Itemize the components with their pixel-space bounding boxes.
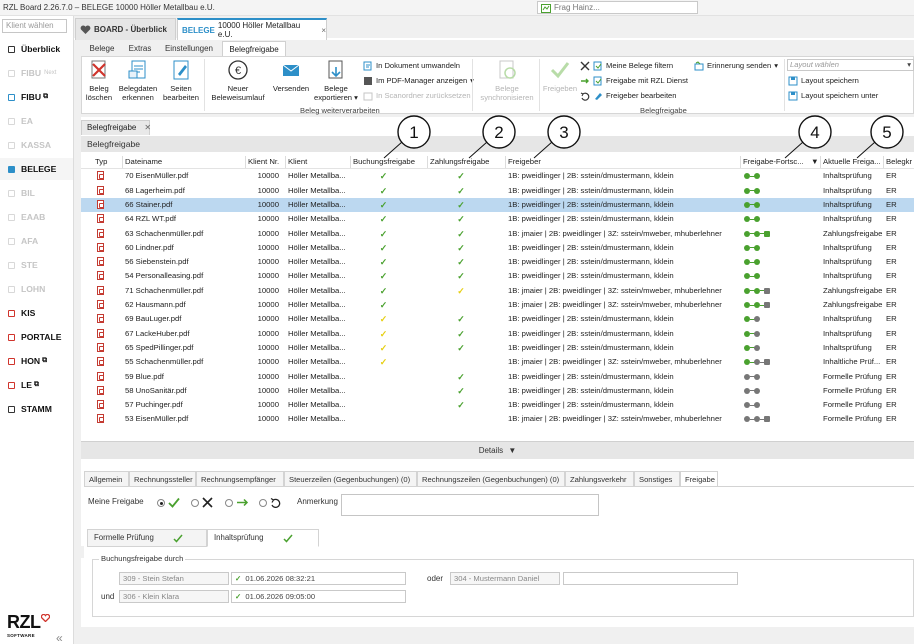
details-label: Details xyxy=(478,446,504,455)
callout-3: 3 xyxy=(533,115,581,159)
check-icon: ✓ xyxy=(235,592,242,601)
callout-pointer xyxy=(856,141,876,159)
callout-1: 1 xyxy=(383,115,431,159)
subtab-inhaltspruefung[interactable]: Inhaltsprüfung xyxy=(207,529,319,547)
meine-freigabe-label: Meine Freigabe xyxy=(88,497,144,506)
radio-reject[interactable] xyxy=(191,499,199,507)
detail-tab[interactable]: Rechnungszeilen (Gegenbuchungen) (0) xyxy=(417,471,565,487)
approver-alt-field: 304 - Mustermann Daniel xyxy=(450,572,560,585)
callout-pointer xyxy=(784,141,804,159)
callout-number: 5 xyxy=(882,123,891,142)
radio-undo[interactable] xyxy=(259,499,267,507)
approval-date-1: 01.06.2026 08:32:21 xyxy=(245,574,316,583)
detail-tab[interactable]: Zahlungsverkehr xyxy=(565,471,634,487)
buchungsfreigabe-group: Buchungsfreigabe durch 309 - Stein Stefa… xyxy=(92,554,914,617)
detail-tab[interactable]: Freigabe xyxy=(680,471,718,487)
callout-5: 5 xyxy=(856,115,904,159)
details-toggle[interactable]: Details ▼ xyxy=(81,441,914,459)
radio-forward[interactable] xyxy=(225,499,233,507)
callout-number: 3 xyxy=(559,123,568,142)
freigabe-panel: Meine Freigabe Anmerkung Formelle Prüfun… xyxy=(84,486,914,621)
und-label: und xyxy=(101,592,115,601)
subtab-inhalts-label: Inhaltsprüfung xyxy=(214,533,264,542)
callout-pointer xyxy=(383,141,403,159)
callout-number: 4 xyxy=(810,123,819,142)
check-icon: ✓ xyxy=(235,574,242,583)
close-icon xyxy=(202,497,213,508)
approver-1-field: 309 - Stein Stefan xyxy=(119,572,229,585)
anmerkung-label: Anmerkung xyxy=(297,497,338,506)
check-icon xyxy=(173,534,183,543)
callout-pointer xyxy=(533,141,553,159)
arrow-right-icon xyxy=(237,498,249,507)
detail-tab[interactable]: Rechnungsempfänger xyxy=(196,471,284,487)
approval-date-2-field: ✓ 01.06.2026 09:05:00 xyxy=(231,590,406,603)
subtab-formelle-pruefung[interactable]: Formelle Prüfung xyxy=(87,529,207,547)
check-icon xyxy=(283,534,293,543)
undo-icon xyxy=(270,497,281,508)
callout-2: 2 xyxy=(468,115,516,159)
detail-tab[interactable]: Rechnungssteller xyxy=(129,471,196,487)
anmerkung-input[interactable] xyxy=(341,494,599,516)
detail-tab[interactable]: Allgemein xyxy=(84,471,129,487)
callout-4: 4 xyxy=(784,115,832,159)
approver-2-field: 306 - Klein Klara xyxy=(119,590,229,603)
check-icon xyxy=(168,497,180,508)
callout-number: 1 xyxy=(409,123,418,142)
approval-date-2: 01.06.2026 09:05:00 xyxy=(245,592,316,601)
detail-tabs: Allgemein Rechnungssteller Rechnungsempfän… xyxy=(84,471,914,487)
callout-pointer xyxy=(468,141,488,159)
detail-tab[interactable]: Steuerzeilen (Gegenbuchungen) (0) xyxy=(284,471,417,487)
callout-number: 2 xyxy=(494,123,503,142)
oder-label: oder xyxy=(427,574,444,583)
chevron-down-icon: ▼ xyxy=(508,446,517,455)
buchungsfreigabe-legend: Buchungsfreigabe durch xyxy=(99,554,186,563)
subtab-formelle-label: Formelle Prüfung xyxy=(94,533,154,542)
radio-approve[interactable] xyxy=(157,499,165,507)
approval-date-alt-field xyxy=(563,572,738,585)
approval-date-1-field: ✓ 01.06.2026 08:32:21 xyxy=(231,572,406,585)
detail-tab[interactable]: Sonstiges xyxy=(634,471,680,487)
